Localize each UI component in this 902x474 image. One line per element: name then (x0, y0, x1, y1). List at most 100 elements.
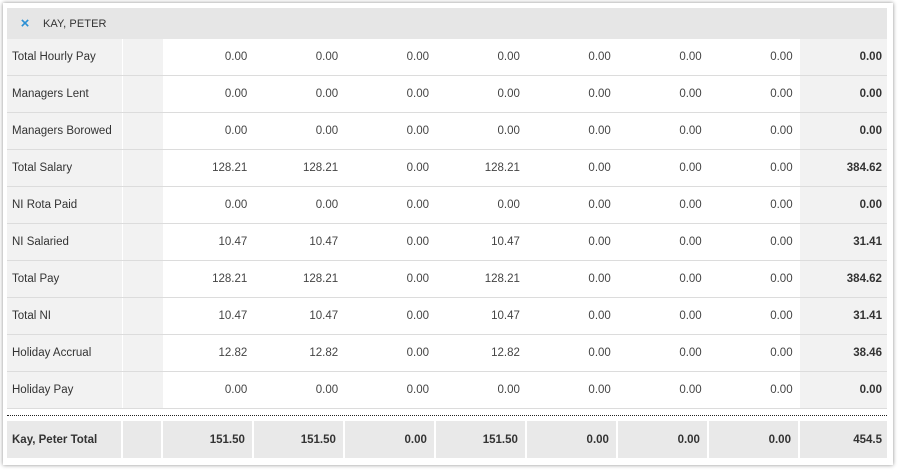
row-value: 0.00 (406, 51, 430, 63)
row-value: 0.00 (770, 347, 793, 359)
row-value: 0.00 (497, 88, 520, 100)
row-value: 0.00 (406, 347, 430, 359)
total-separator (7, 415, 887, 416)
row-spacer (123, 298, 164, 334)
employee-header: × KAY, PETER (7, 8, 887, 39)
row-value: 0.00 (497, 51, 520, 63)
table-row: Total Pay 128.21 128.21 0.00 128.21 0.00 0.00 0… (7, 261, 887, 298)
row-value: 0.00 (770, 125, 793, 137)
row-value: 0.00 (770, 310, 793, 322)
total-row-value: 0.00 (526, 421, 616, 458)
row-value: 0.00 (770, 51, 793, 63)
row-value: 0.00 (679, 347, 702, 359)
row-value: 0.00 (588, 125, 611, 137)
row-spacer (123, 113, 164, 149)
pay-breakdown-table: Total Hourly Pay 0.00 0.00 0.00 0.00 0.00 0.00… (7, 39, 887, 409)
total-row-value: 151.50 (253, 421, 343, 458)
table-row: Total Salary 128.21 128.21 0.00 128.21 0.00 0.… (7, 150, 887, 187)
close-icon[interactable]: × (7, 8, 43, 39)
row-value: 128.21 (212, 273, 248, 285)
table-row: NI Salaried 10.47 10.47 0.00 10.47 0.00 0.00 0.… (7, 224, 887, 261)
row-value: 0.00 (770, 384, 793, 396)
row-value: 0.00 (679, 310, 702, 322)
row-value: 0.00 (679, 384, 702, 396)
row-value: 0.00 (224, 125, 248, 137)
row-value: 10.47 (309, 310, 339, 322)
row-value: 0.00 (406, 199, 430, 211)
row-total: 384.62 (799, 150, 887, 186)
row-value: 128.21 (302, 273, 339, 285)
row-label: Holiday Accrual (7, 335, 124, 371)
table-row: Holiday Pay 0.00 0.00 0.00 0.00 0.00 0.00 0.00 0… (7, 372, 887, 409)
row-total: 0.00 (799, 372, 887, 408)
row-value: 0.00 (588, 347, 611, 359)
row-value: 0.00 (315, 384, 339, 396)
row-value: 0.00 (588, 162, 611, 174)
row-value: 0.00 (588, 51, 611, 63)
row-label: Holiday Pay (7, 372, 124, 408)
row-value: 0.00 (406, 273, 430, 285)
row-value: 128.21 (484, 162, 520, 174)
row-value: 12.82 (218, 347, 248, 359)
row-value: 0.00 (315, 88, 339, 100)
row-value: 0.00 (770, 236, 793, 248)
employee-total-row: Kay, Peter Total 151.50 151.50 0.00 151.… (7, 421, 887, 458)
row-value: 0.00 (770, 162, 793, 174)
total-row-value: 0.00 (617, 421, 707, 458)
row-value: 10.47 (218, 236, 248, 248)
row-label: Total Pay (7, 261, 124, 297)
row-value: 0.00 (679, 125, 702, 137)
row-total: 384.62 (799, 261, 887, 297)
row-label: Total Salary (7, 150, 124, 186)
row-value: 0.00 (406, 125, 430, 137)
row-value: 0.00 (406, 162, 430, 174)
row-value: 12.82 (309, 347, 339, 359)
row-value: 0.00 (497, 384, 520, 396)
row-value: 0.00 (679, 236, 702, 248)
row-total: 31.41 (799, 224, 887, 260)
row-spacer (123, 224, 164, 260)
row-value: 0.00 (315, 199, 339, 211)
row-total: 0.00 (799, 113, 887, 149)
grand-total-value: 454.5 (799, 421, 887, 458)
row-value: 0.00 (224, 88, 248, 100)
row-value: 0.00 (679, 199, 702, 211)
row-spacer (123, 187, 164, 223)
table-row: Managers Lent 0.00 0.00 0.00 0.00 0.00 0.00 0.0… (7, 76, 887, 113)
row-value: 0.00 (497, 199, 520, 211)
row-spacer (123, 39, 164, 75)
row-spacer (123, 150, 164, 186)
row-spacer (123, 372, 164, 408)
row-value: 0.00 (406, 236, 430, 248)
row-total: 38.46 (799, 335, 887, 371)
row-label: Total Hourly Pay (7, 39, 124, 75)
row-value: 0.00 (679, 273, 702, 285)
table-row: NI Rota Paid 0.00 0.00 0.00 0.00 0.00 0.00 0.00… (7, 187, 887, 224)
total-row-value: 0.00 (708, 421, 798, 458)
row-label: Total NI (7, 298, 124, 334)
row-value: 0.00 (224, 384, 248, 396)
row-value: 0.00 (679, 51, 702, 63)
row-value: 10.47 (491, 236, 520, 248)
employee-name-title: KAY, PETER (43, 17, 107, 30)
row-spacer (123, 261, 164, 297)
row-value: 0.00 (679, 162, 702, 174)
row-value: 0.00 (588, 236, 611, 248)
row-value: 0.00 (315, 51, 339, 63)
table-row: Total Hourly Pay 0.00 0.00 0.00 0.00 0.00 0.00… (7, 39, 887, 76)
row-value: 128.21 (302, 162, 339, 174)
row-value: 0.00 (315, 125, 339, 137)
row-value: 0.00 (770, 88, 793, 100)
total-row-spacer (122, 421, 161, 458)
total-row-value: 0.00 (344, 421, 434, 458)
row-spacer (123, 76, 164, 112)
row-value: 0.00 (406, 88, 430, 100)
table-row: Holiday Accrual 12.82 12.82 0.00 12.82 0.00 0.… (7, 335, 887, 372)
row-value: 0.00 (770, 273, 793, 285)
row-total: 0.00 (799, 76, 887, 112)
row-label: Managers Lent (7, 76, 124, 112)
row-value: 10.47 (309, 236, 339, 248)
row-value: 0.00 (679, 88, 702, 100)
total-row-value: 151.50 (435, 421, 525, 458)
row-value: 0.00 (406, 310, 430, 322)
